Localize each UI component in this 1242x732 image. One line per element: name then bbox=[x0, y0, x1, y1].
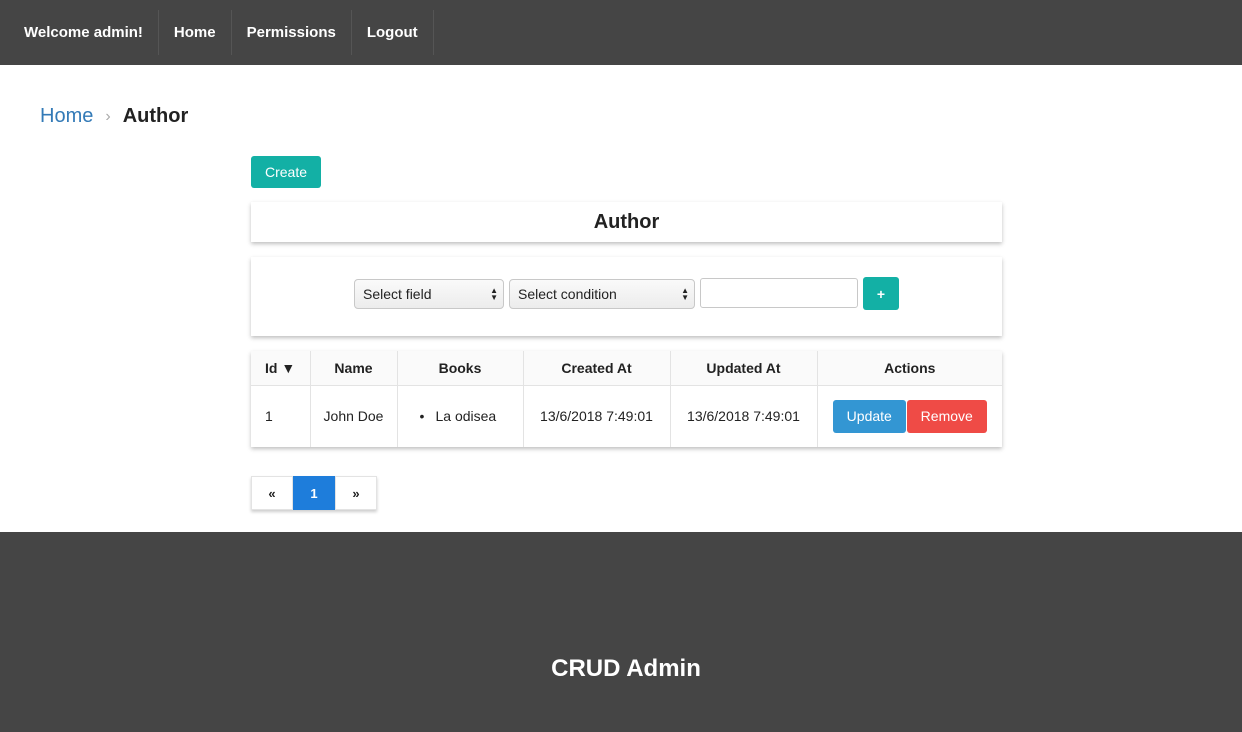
chevron-right-icon: › bbox=[105, 107, 111, 125]
footer-title: CRUD Admin bbox=[551, 655, 701, 682]
condition-select[interactable]: Select condition ▲ ▼ bbox=[509, 279, 695, 309]
column-header-updated-at[interactable]: Updated At bbox=[670, 351, 818, 386]
nav-logout-link[interactable]: Logout bbox=[352, 10, 434, 55]
footer: CRUD Admin bbox=[0, 532, 1242, 732]
breadcrumb: Home › Author bbox=[40, 105, 188, 128]
add-filter-button[interactable]: + bbox=[863, 277, 899, 310]
cell-created-at: 13/6/2018 7:49:01 bbox=[523, 385, 671, 447]
nav-home-link[interactable]: Home bbox=[159, 10, 232, 55]
books-list: La odisea bbox=[398, 408, 523, 424]
welcome-text: Welcome admin! bbox=[10, 10, 159, 55]
cell-updated-at: 13/6/2018 7:49:01 bbox=[670, 385, 818, 447]
filter-panel: Select field ▲ ▼ Select condition ▲ ▼ + bbox=[251, 257, 1002, 336]
select-arrows-icon: ▲ ▼ bbox=[681, 286, 689, 302]
column-header-created-at[interactable]: Created At bbox=[523, 351, 671, 386]
create-button[interactable]: Create bbox=[251, 156, 321, 188]
table-header-row: Id ▼ Name Books Created At Updated At Ac… bbox=[251, 351, 1002, 386]
update-button[interactable]: Update bbox=[832, 399, 906, 433]
column-header-name[interactable]: Name bbox=[310, 351, 398, 386]
select-arrows-icon: ▲ ▼ bbox=[490, 286, 498, 302]
field-select[interactable]: Select field ▲ ▼ bbox=[354, 279, 504, 309]
breadcrumb-home-link[interactable]: Home bbox=[40, 105, 93, 128]
cell-actions: Update Remove bbox=[817, 385, 1002, 447]
column-header-books[interactable]: Books bbox=[397, 351, 524, 386]
page-title: Author bbox=[251, 202, 1002, 242]
pagination-prev-button[interactable]: « bbox=[251, 476, 293, 510]
filter-value-input[interactable] bbox=[700, 278, 858, 308]
remove-button[interactable]: Remove bbox=[906, 399, 987, 433]
pagination: « 1 » bbox=[251, 476, 377, 510]
book-list-item: La odisea bbox=[420, 408, 523, 424]
breadcrumb-current: Author bbox=[122, 105, 189, 127]
authors-table: Id ▼ Name Books Created At Updated At Ac… bbox=[251, 351, 1002, 447]
authors-table-panel: Id ▼ Name Books Created At Updated At Ac… bbox=[251, 351, 1002, 447]
cell-name: John Doe bbox=[310, 385, 398, 447]
cell-books: La odisea bbox=[397, 385, 524, 447]
field-select-value: Select field bbox=[363, 286, 432, 302]
pagination-next-button[interactable]: » bbox=[335, 476, 377, 510]
table-row: 1 John Doe La odisea 13/6/2018 7:49:01 1… bbox=[251, 385, 1002, 447]
column-header-id[interactable]: Id ▼ bbox=[251, 351, 311, 386]
cell-id: 1 bbox=[251, 385, 311, 447]
condition-select-value: Select condition bbox=[518, 286, 617, 302]
nav-permissions-link[interactable]: Permissions bbox=[232, 10, 352, 55]
column-header-actions: Actions bbox=[817, 351, 1002, 386]
pagination-page-button[interactable]: 1 bbox=[293, 476, 335, 510]
top-navbar: Welcome admin! Home Permissions Logout bbox=[0, 0, 1242, 65]
